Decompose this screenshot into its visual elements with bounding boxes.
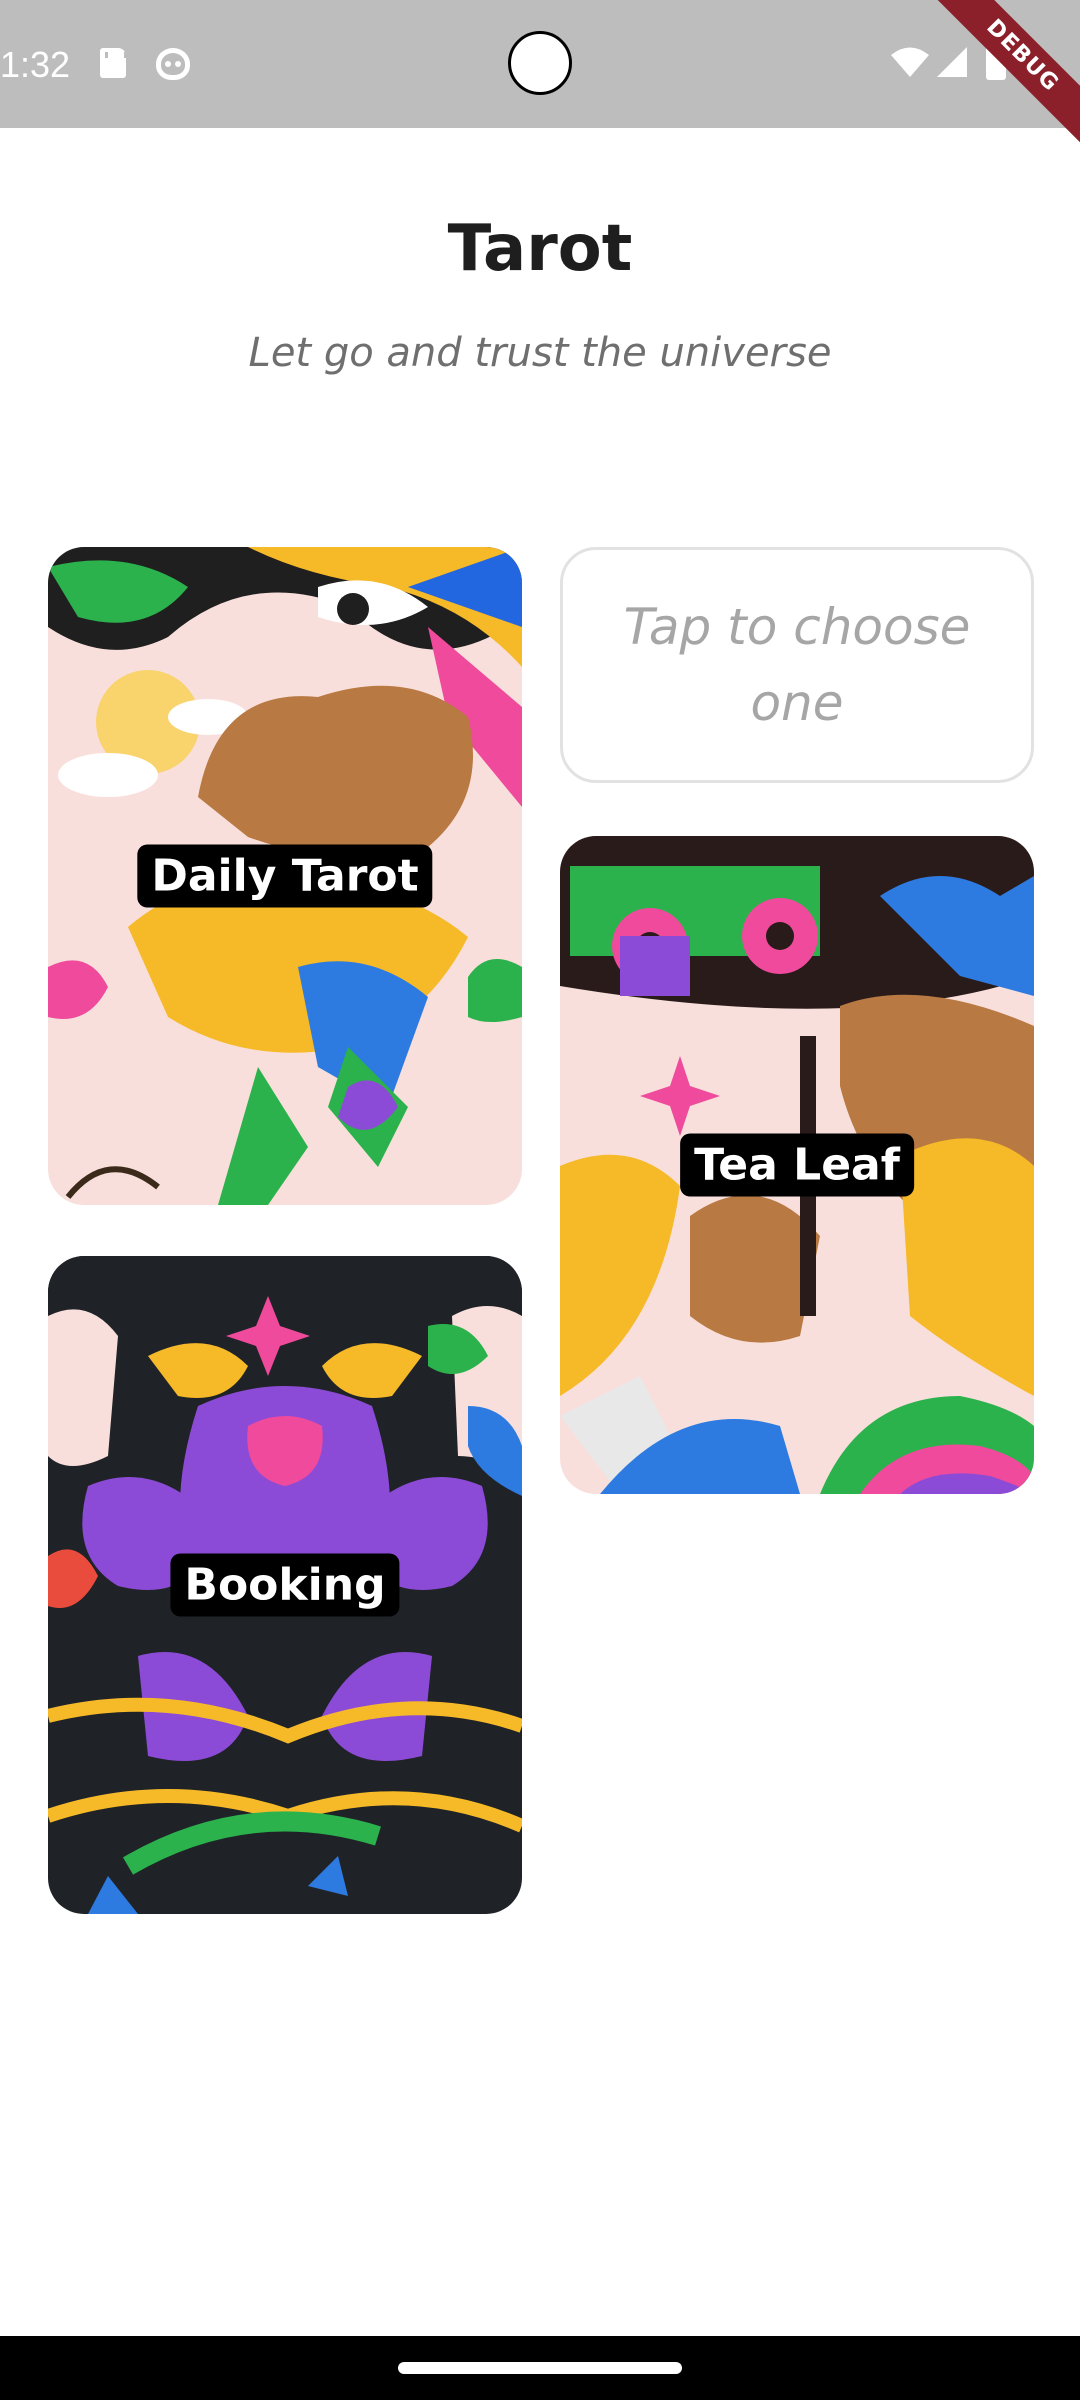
- status-bar: 1:32 DEBUG: [0, 0, 1080, 155]
- status-time: 1:32: [0, 44, 71, 85]
- booking-label: Booking: [170, 1553, 400, 1617]
- home-indicator[interactable]: [398, 2362, 682, 2374]
- wifi-icon: [891, 47, 929, 77]
- signal-icon: [937, 47, 967, 77]
- tea-leaf-card[interactable]: Tea Leaf: [560, 836, 1034, 1494]
- booking-card[interactable]: Booking: [48, 1256, 522, 1914]
- page-subtitle: Let go and trust the universe: [248, 330, 832, 376]
- daily-tarot-label: Daily Tarot: [137, 844, 433, 908]
- choose-prompt-text: Tap to choose one: [623, 598, 971, 732]
- tea-leaf-label: Tea Leaf: [680, 1133, 914, 1197]
- page-title: Tarot: [447, 212, 633, 286]
- daily-tarot-card[interactable]: Daily Tarot: [48, 547, 522, 1205]
- camera-cutout: [508, 31, 572, 95]
- choose-prompt-box: Tap to choose one: [560, 547, 1034, 783]
- android-debug-icon: [156, 48, 190, 80]
- sd-card-icon: [100, 48, 127, 78]
